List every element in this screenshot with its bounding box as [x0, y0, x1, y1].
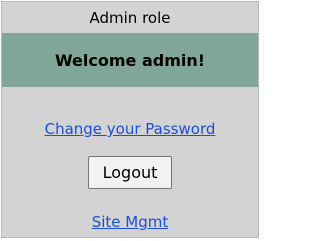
admin-panel: Admin role Welcome admin! Change your Pa…	[1, 1, 259, 238]
logout-button[interactable]: Logout	[88, 156, 172, 189]
change-password-link[interactable]: Change your Password	[2, 120, 258, 138]
welcome-banner: Welcome admin!	[2, 33, 258, 87]
logout-container: Logout	[2, 156, 258, 189]
site-mgmt-link[interactable]: Site Mgmt	[2, 213, 258, 231]
welcome-text: Welcome admin!	[54, 50, 206, 70]
role-label: Admin role	[89, 9, 171, 27]
